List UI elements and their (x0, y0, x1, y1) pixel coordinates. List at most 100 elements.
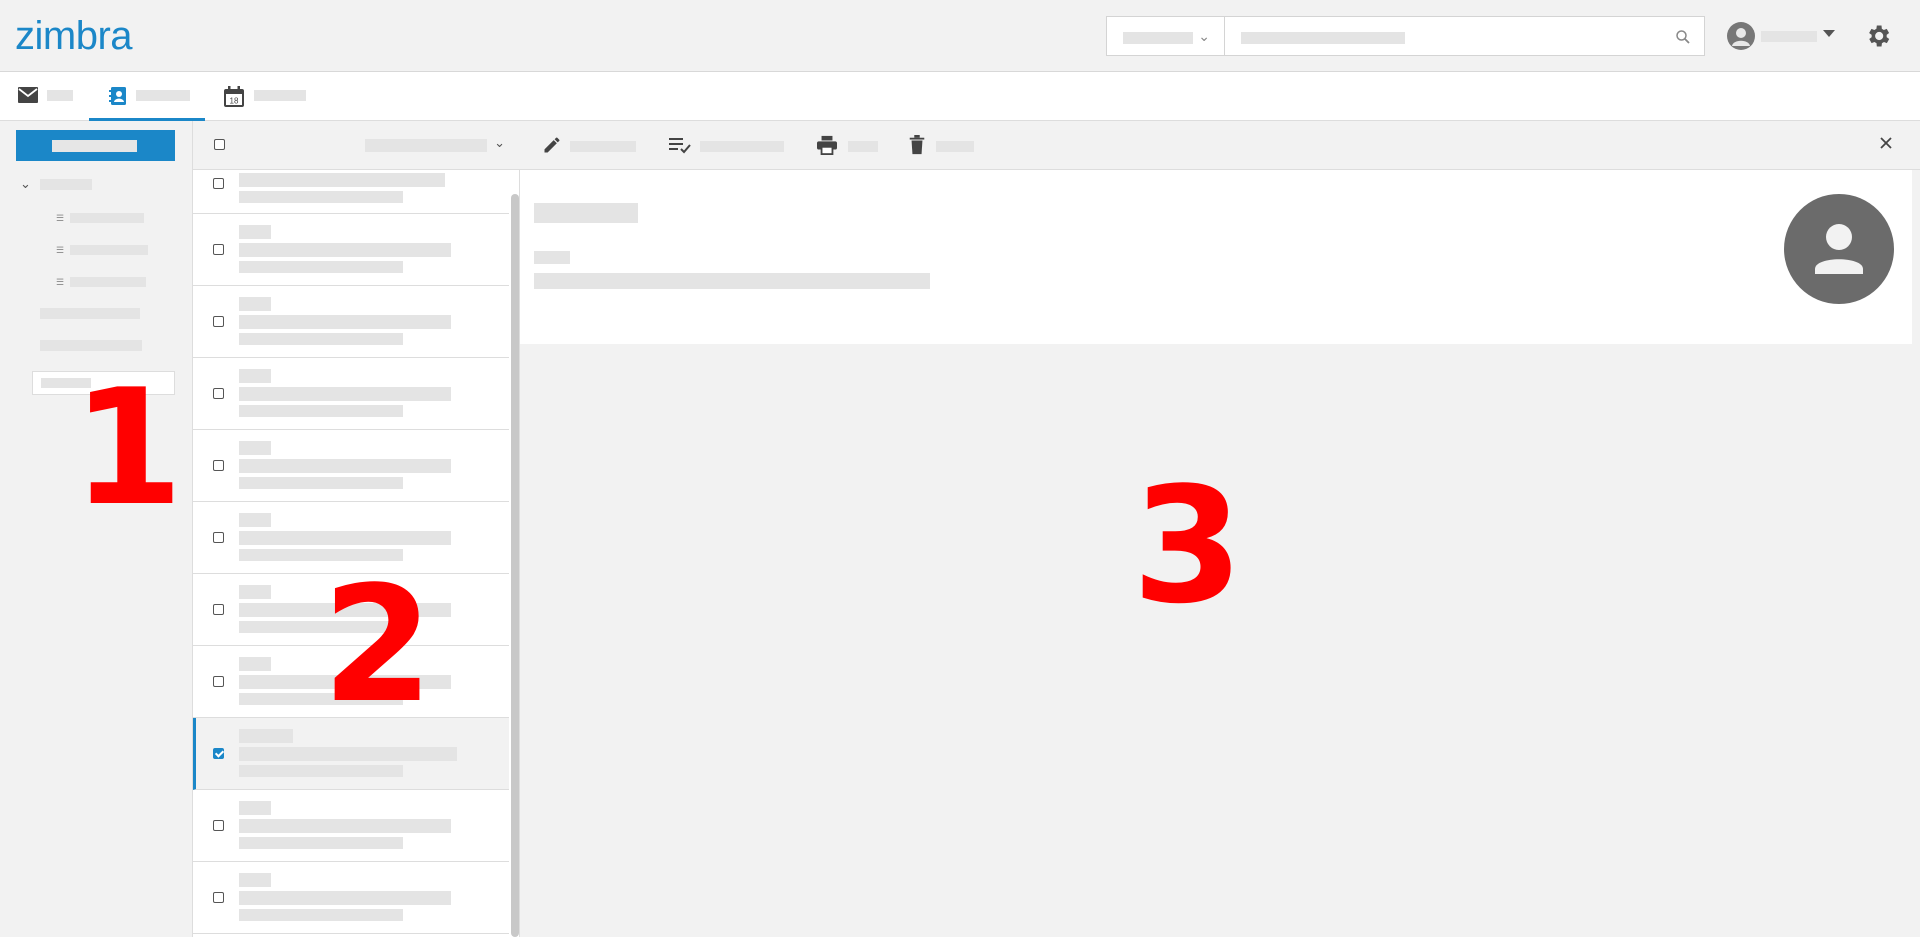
contacts-icon (109, 87, 126, 105)
sidebar-item-label[interactable] (40, 308, 140, 319)
list-icon: ☰ (56, 213, 65, 223)
row-checkbox[interactable] (213, 460, 224, 471)
delete-button[interactable] (908, 133, 998, 157)
caret-down-icon (1823, 30, 1835, 37)
contact-initial-placeholder (239, 585, 271, 599)
contact-field-label-placeholder (534, 251, 570, 264)
person-icon (1815, 224, 1863, 274)
tab-calendar[interactable]: 18 (206, 72, 316, 121)
contact-initial-placeholder (239, 873, 271, 887)
annotation-region-1: 1 (72, 354, 184, 541)
tab-contacts-label (136, 90, 190, 101)
sidebar-folder-contacts[interactable]: ⌄ (16, 172, 175, 196)
printer-icon (817, 135, 837, 155)
contact-initial-placeholder (239, 729, 293, 743)
sidebar-item-label[interactable] (40, 340, 142, 351)
contact-email-placeholder (239, 261, 403, 273)
annotation-region-2: 2 (322, 551, 434, 738)
list-item[interactable] (193, 862, 509, 934)
sidebar-item-label (70, 277, 146, 287)
list-item[interactable] (193, 790, 509, 862)
chevron-down-icon: ⌄ (1198, 28, 1210, 44)
contact-name-placeholder (239, 315, 451, 329)
contact-name-placeholder (239, 459, 451, 473)
calendar-icon: 18 (224, 86, 244, 107)
edit-button-label (570, 141, 636, 152)
gear-icon[interactable] (1864, 22, 1892, 50)
row-checkbox[interactable] (213, 244, 224, 255)
person-icon (1727, 22, 1755, 50)
annotation-region-3: 3 (1132, 452, 1244, 639)
edit-button[interactable] (542, 133, 636, 157)
detail-scrollbar[interactable] (1912, 170, 1920, 937)
tab-contacts[interactable] (89, 72, 205, 121)
search-scope-dropdown[interactable]: ⌄ (1106, 16, 1225, 56)
mail-icon (18, 87, 38, 103)
new-contact-button-label (52, 140, 137, 152)
avatar (1784, 194, 1894, 304)
contact-name-placeholder (239, 387, 451, 401)
contact-initial-placeholder (239, 225, 271, 239)
row-checkbox[interactable] (213, 532, 224, 543)
select-all-checkbox[interactable] (214, 139, 225, 150)
print-button[interactable] (816, 133, 878, 157)
contact-name-placeholder (534, 203, 638, 223)
app-tabs: 18 (0, 72, 1920, 121)
sidebar-item-list[interactable]: ☰ (56, 273, 166, 291)
detail-toolbar (520, 121, 1920, 170)
sidebar-item-list[interactable]: ☰ (56, 209, 166, 227)
account-menu[interactable] (1727, 20, 1835, 52)
contact-email-placeholder (239, 405, 403, 417)
contact-field-value-placeholder (534, 273, 930, 289)
row-checkbox[interactable] (213, 604, 224, 615)
sidebar-item-label (70, 245, 148, 255)
chevron-down-icon[interactable]: ⌄ (20, 176, 31, 192)
contact-initial-placeholder (239, 513, 271, 527)
row-checkbox[interactable] (213, 178, 224, 189)
row-checkbox[interactable] (213, 676, 224, 687)
contact-email-placeholder (239, 909, 403, 921)
list-item[interactable] (193, 286, 509, 358)
list-item[interactable] (193, 170, 509, 214)
contact-initial-placeholder (239, 657, 271, 671)
select-lists-button-label (700, 141, 784, 152)
header: zimbra ⌄ (0, 0, 1920, 72)
contact-email-placeholder (239, 837, 403, 849)
pencil-icon (544, 137, 560, 153)
sidebar-item-label (70, 213, 144, 223)
print-button-label (848, 141, 878, 152)
contact-detail-card (520, 170, 1912, 344)
search-input[interactable] (1225, 16, 1705, 56)
row-checkbox[interactable] (213, 892, 224, 903)
zimbra-logo[interactable]: zimbra (15, 14, 133, 59)
calendar-icon-date: 18 (230, 97, 239, 106)
sidebar-item-list[interactable]: ☰ (56, 241, 166, 259)
tab-mail-label (47, 90, 73, 101)
search-icon[interactable] (1674, 28, 1692, 46)
new-contact-button[interactable] (16, 130, 175, 161)
contact-initial-placeholder (239, 441, 271, 455)
contact-initial-placeholder (239, 297, 271, 311)
close-icon[interactable] (1878, 135, 1894, 151)
contact-name-placeholder (239, 243, 451, 257)
chevron-down-icon: ⌄ (494, 135, 505, 150)
search-input-placeholder (1241, 32, 1405, 44)
row-checkbox[interactable] (213, 820, 224, 831)
sort-dropdown-label (365, 139, 487, 152)
contact-name-placeholder (239, 747, 457, 761)
contact-email-placeholder (239, 765, 403, 777)
contact-email-placeholder (239, 333, 403, 345)
row-checkbox-checked[interactable] (213, 748, 224, 759)
contact-name-placeholder (239, 891, 451, 905)
list-item[interactable] (193, 430, 509, 502)
tab-mail[interactable] (0, 72, 88, 121)
select-lists-button[interactable] (668, 133, 784, 157)
sort-dropdown[interactable]: ⌄ (365, 135, 505, 153)
contact-name-placeholder (239, 531, 451, 545)
sidebar-folder-label (40, 179, 92, 190)
row-checkbox[interactable] (213, 388, 224, 399)
list-item[interactable] (193, 214, 509, 286)
contact-list-scrollbar[interactable] (511, 194, 519, 937)
row-checkbox[interactable] (213, 316, 224, 327)
list-item[interactable] (193, 358, 509, 430)
